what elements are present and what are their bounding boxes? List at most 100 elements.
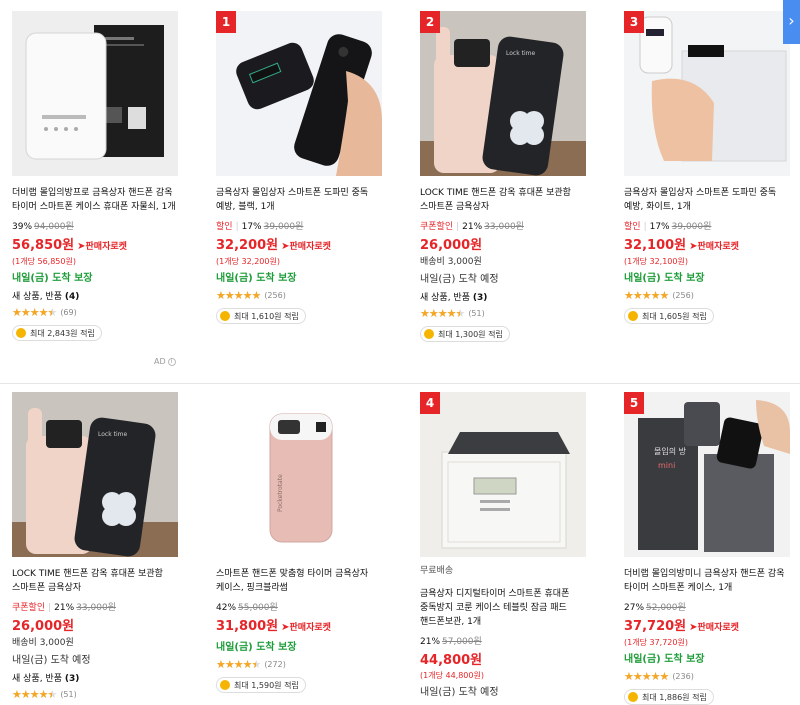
star-rating-fill: ★★★★★ [12,689,52,701]
reward-text: 최대 1,605원 적립 [642,311,707,321]
sale-price: 32,100원 [624,238,687,253]
discount-line: 42% 55,000원 [216,602,396,614]
reward-badge: 최대 1,590원 적립 [216,677,306,693]
product-image[interactable]: 몰입의 방 mini 5 [624,392,790,557]
product-photo [624,11,790,176]
discount-line: 할인 | 17% 39,000원 [216,221,396,233]
review-count: (256) [264,291,286,300]
product-card-8[interactable]: 몰입의 방 mini 5 더비랩 몰입의방미니 금욕상자 핸드폰 감옥 타이머 스… [624,392,800,705]
returned-item-count: (3) [472,293,488,303]
reward-wrap: 최대 1,300원 적립 [420,320,600,343]
price-line: 26,000원 [12,617,192,635]
rank-badge: 4 [420,392,440,414]
delivery-info: 내일(금) 도착 보장 [624,654,705,665]
price-line: 32,200원 ➤판매자로켓 [216,236,396,255]
seller-rocket-text: 판매자로켓 [289,623,331,633]
product-card-3[interactable]: Lock time 2 LOCK TIME 핸드폰 감옥 휴대폰 보관함 스마트… [420,11,600,343]
unit-price: (1개당 32,200원) [216,257,280,266]
product-image[interactable]: 4 [420,392,586,557]
discount-label: 쿠폰할인 [12,603,46,613]
seller-rocket-badge: ➤판매자로켓 [281,622,331,633]
star-rating-fill: ★★★★★ [12,307,52,319]
product-title[interactable]: 더비랩 몰입의방미니 금욕상자 핸드폰 감옥 타이머 스마트폰 케이스, 1개 [624,567,794,595]
seller-rocket-badge: ➤판매자로켓 [689,241,739,252]
discount-percent: 21% [420,637,441,647]
coin-icon [16,328,26,338]
shipping-fee: 배송비 3,000원 [12,638,74,648]
discount-line: 39% 94,000원 [12,221,192,233]
ad-label[interactable]: AD i [154,357,176,366]
seller-rocket-text: 판매자로켓 [697,242,739,252]
price-line: 26,000원 [420,236,600,254]
product-image[interactable]: 3 [624,11,790,176]
star-rating: ★★★★★★★★★★ [12,688,57,701]
discount-separator: | [48,603,52,613]
ad-text: AD [154,357,166,366]
discount-percent: 17% [241,222,262,232]
product-image[interactable]: 1 [216,11,382,176]
product-title[interactable]: 금욕상자 디지털타이머 스마트폰 휴대폰 중독방지 코룬 케이스 테블릿 잠금 … [420,587,590,629]
product-card-6[interactable]: Pocketrotate 스마트폰 핸드폰 맞춤형 타이머 금욕상자 케이스, … [216,392,396,694]
rank-badge: 3 [624,11,644,33]
review-count: (69) [60,308,77,317]
discount-percent: 21% [462,222,483,232]
review-count: (272) [264,660,286,669]
product-image[interactable]: Pocketrotate [216,392,382,557]
returned-item-count: (4) [64,292,80,302]
original-price: 52,000원 [646,603,686,613]
product-photo: Pocketrotate [216,392,382,557]
rating: ★★★★★★★★★★ (51) [420,308,600,320]
product-title[interactable]: 금욕상자 몰입상자 스마트폰 도파민 중독 예방, 블랙, 1개 [216,186,386,214]
svg-text:mini: mini [658,461,675,470]
product-row-2: Lock time LOCK TIME 핸드폰 감옥 휴대폰 보관함 스마트폰 … [0,384,800,705]
reward-text: 최대 1,590원 적립 [234,680,299,690]
product-card-1[interactable]: 더비랩 몰입의방프로 금욕상자 핸드폰 감옥 타이머 스마트폰 케이스 휴대폰 … [12,11,192,342]
delivery-info: 내일(금) 도착 보장 [216,273,297,284]
reward-wrap: 최대 1,886원 적립 [624,683,800,705]
star-rating-fill: ★★★★★ [216,659,256,671]
rating: ★★★★★★★★★★ (69) [12,307,192,319]
rocket-icon: ➤ [281,241,290,252]
product-title[interactable]: LOCK TIME 핸드폰 감옥 휴대폰 보관함 스마트폰 금욕상자 [420,186,590,214]
unit-price: (1개당 37,720원) [624,638,688,647]
original-price: 39,000원 [263,222,304,232]
sale-price: 32,200원 [216,238,279,253]
rating: ★★★★★★★★★★ (51) [12,689,192,701]
shipping-fee: 배송비 3,000원 [420,257,482,267]
sale-price: 26,000원 [420,238,483,253]
star-rating: ★★★★★★★★★★ [624,289,669,302]
returned-item-count: (3) [64,674,80,684]
product-title[interactable]: 스마트폰 핸드폰 맞춤형 타이머 금욕상자 케이스, 핑크블라썸 [216,567,386,595]
reward-wrap: 최대 1,610원 적립 [216,302,396,325]
product-row-1: 더비랩 몰입의방프로 금욕상자 핸드폰 감옥 타이머 스마트폰 케이스 휴대폰 … [0,0,800,383]
discount-separator: | [456,222,460,232]
seller-rocket-text: 판매자로켓 [85,242,127,252]
next-page-button[interactable]: › [783,0,800,44]
delivery-info: 내일(금) 도착 보장 [216,642,297,653]
star-rating: ★★★★★★★★★★ [216,289,261,302]
original-price: 57,000원 [442,637,482,647]
product-title[interactable]: 더비랩 몰입의방프로 금욕상자 핸드폰 감옥 타이머 스마트폰 케이스 휴대폰 … [12,186,182,214]
svg-text:Lock time: Lock time [98,431,127,438]
product-card-7[interactable]: 4 무료배송 금욕상자 디지털타이머 스마트폰 휴대폰 중독방지 코룬 케이스 … [420,392,600,705]
unit-price: (1개당 44,800원) [420,671,484,680]
product-card-5[interactable]: Lock time LOCK TIME 핸드폰 감옥 휴대폰 보관함 스마트폰 … [12,392,192,701]
product-image[interactable]: Lock time 2 [420,11,586,176]
review-count: (256) [672,291,694,300]
star-rating: ★★★★★★★★★★ [420,307,465,320]
discount-line: 27% 52,000원 [624,602,800,614]
delivery-info: 내일(금) 도착 예정 [420,687,499,698]
unit-price: (1개당 32,100원) [624,257,688,266]
product-image[interactable] [12,11,178,176]
product-title[interactable]: LOCK TIME 핸드폰 감옥 휴대폰 보관함 스마트폰 금욕상자 [12,567,182,595]
coin-icon [220,680,230,690]
product-title[interactable]: 금욕상자 몰입상자 스마트폰 도파민 중독 예방, 화이트, 1개 [624,186,794,214]
product-image[interactable]: Lock time [12,392,178,557]
reward-badge: 최대 1,300원 적립 [420,326,510,342]
star-rating-fill: ★★★★★ [624,671,669,683]
product-card-2[interactable]: 1 금욕상자 몰입상자 스마트폰 도파민 중독 예방, 블랙, 1개 할인 | 17… [216,11,396,325]
product-card-4[interactable]: 3 금욕상자 몰입상자 스마트폰 도파민 중독 예방, 화이트, 1개 할인 | 1… [624,11,800,325]
product-photo [420,392,586,557]
delivery-info: 내일(금) 도착 예정 [12,655,91,666]
review-count: (236) [672,672,694,681]
